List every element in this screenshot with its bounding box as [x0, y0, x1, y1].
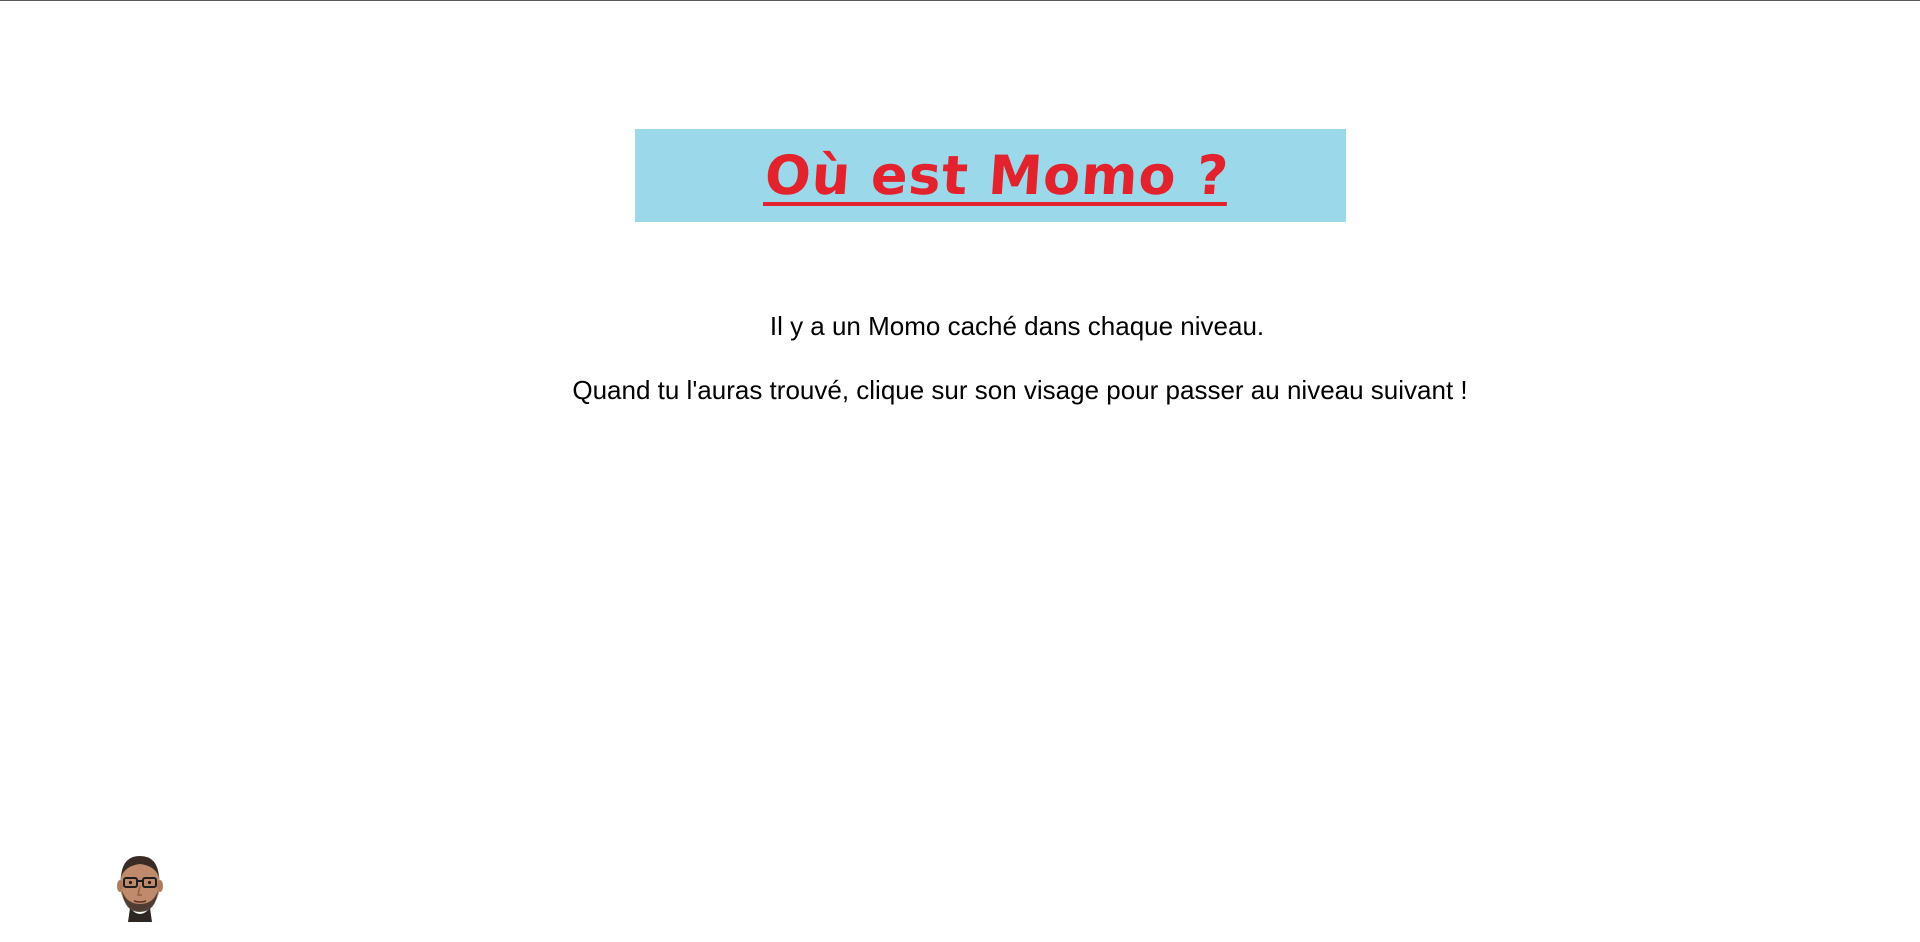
momo-face-icon[interactable]	[116, 850, 164, 922]
instruction-line-2: Quand tu l'auras trouvé, clique sur son …	[572, 375, 1468, 405]
instruction-line-1: Il y a un Momo caché dans chaque niveau.	[769, 311, 1265, 341]
top-border	[0, 0, 1920, 1]
title-banner: Où est Momo ?	[635, 129, 1346, 222]
game-title: Où est Momo ?	[762, 144, 1231, 207]
